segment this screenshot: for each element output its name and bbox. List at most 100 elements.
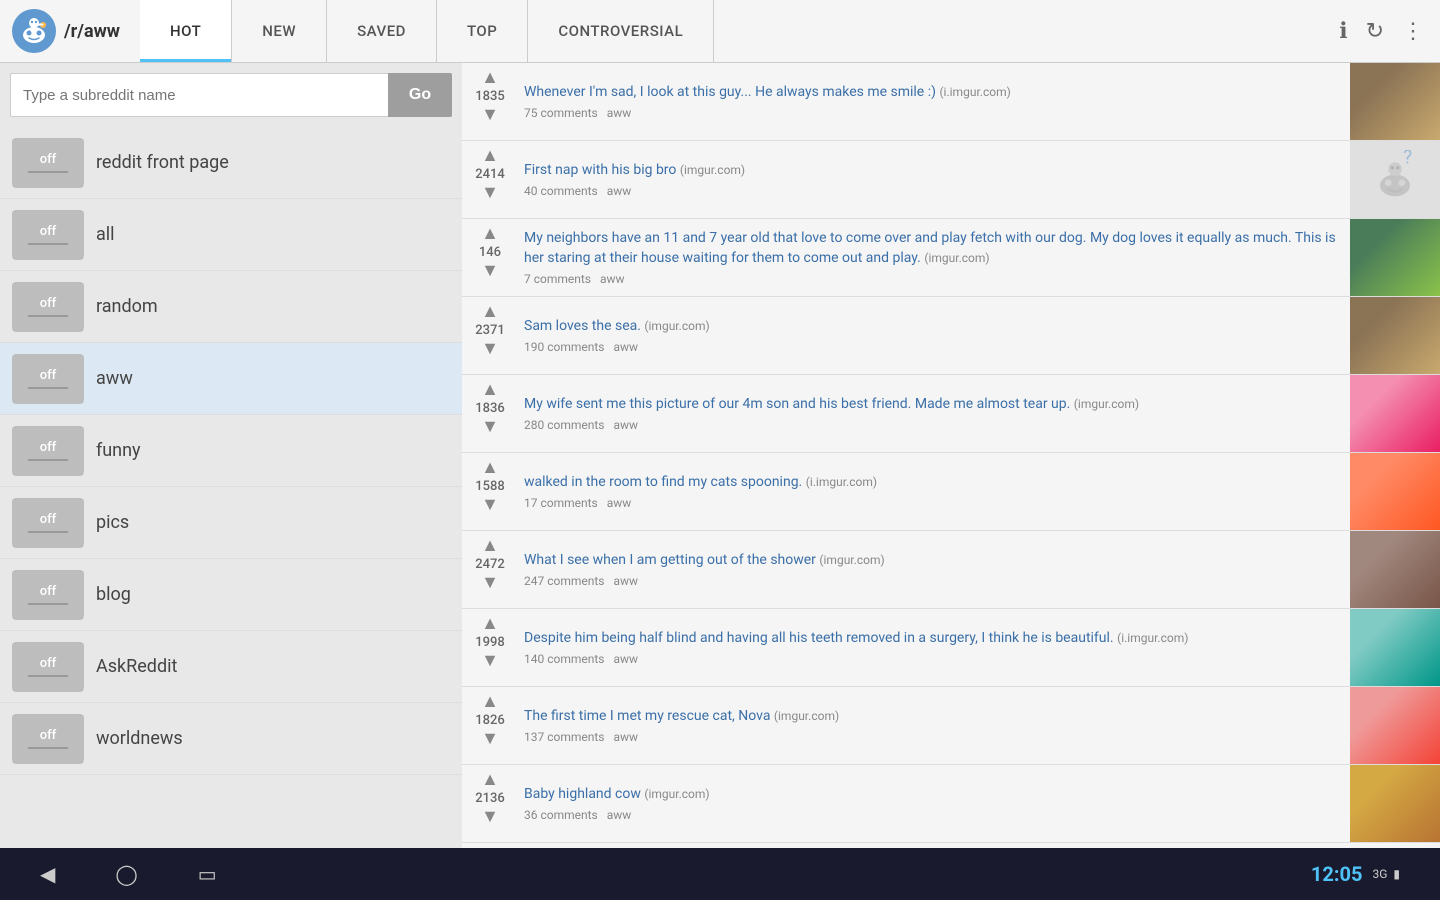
toggle-aww[interactable]: off [12, 354, 84, 404]
home-button[interactable]: ◯ [115, 862, 137, 886]
post-thumbnail[interactable] [1350, 297, 1440, 374]
upvote-button[interactable]: ▲ [481, 771, 499, 789]
comments-count[interactable]: 247 comments [524, 574, 605, 588]
post-domain: (i.imgur.com) [806, 475, 877, 489]
post-thumbnail[interactable] [1350, 765, 1440, 842]
sidebar-item-all[interactable]: off all [0, 199, 462, 271]
info-icon[interactable]: ℹ [1339, 19, 1347, 44]
toggle-all[interactable]: off [12, 210, 84, 260]
post-title[interactable]: First nap with his big bro (imgur.com) [524, 161, 1344, 181]
upvote-button[interactable]: ▲ [481, 459, 499, 477]
comments-count[interactable]: 75 comments [524, 106, 598, 120]
toggle-line [28, 675, 68, 677]
tab-top[interactable]: TOP [437, 0, 528, 62]
comments-count[interactable]: 280 comments [524, 418, 605, 432]
downvote-button[interactable]: ▼ [481, 262, 499, 280]
downvote-button[interactable]: ▼ [481, 106, 499, 124]
downvote-button[interactable]: ▼ [481, 574, 499, 592]
post-thumbnail[interactable] [1350, 63, 1440, 140]
downvote-button[interactable]: ▼ [481, 652, 499, 670]
vote-section: ▲ 2136 ▼ [462, 765, 518, 842]
comments-count[interactable]: 190 comments [524, 340, 605, 354]
post-title[interactable]: What I see when I am getting out of the … [524, 551, 1344, 571]
toggle-funny-label: off [40, 440, 57, 455]
upvote-button[interactable]: ▲ [481, 537, 499, 555]
downvote-button[interactable]: ▼ [481, 340, 499, 358]
toggle-pics[interactable]: off [12, 498, 84, 548]
post-title[interactable]: My neighbors have an 11 and 7 year old t… [524, 229, 1344, 268]
upvote-button[interactable]: ▲ [481, 381, 499, 399]
upvote-button[interactable]: ▲ [481, 693, 499, 711]
search-input[interactable] [10, 73, 388, 117]
sidebar-item-pics[interactable]: off pics [0, 487, 462, 559]
comments-count[interactable]: 36 comments [524, 808, 598, 822]
post-thumbnail[interactable] [1350, 453, 1440, 530]
post-thumbnail[interactable] [1350, 531, 1440, 608]
toggle-random[interactable]: off [12, 282, 84, 332]
subreddit-title: /r/aww [64, 21, 120, 42]
downvote-button[interactable]: ▼ [481, 418, 499, 436]
upvote-button[interactable]: ▲ [481, 69, 499, 87]
tab-hot[interactable]: HOT [140, 0, 232, 62]
post-title[interactable]: The first time I met my rescue cat, Nova… [524, 707, 1344, 727]
upvote-button[interactable]: ▲ [481, 147, 499, 165]
comments-count[interactable]: 7 comments [524, 272, 591, 286]
toggle-frontpage-label: off [40, 152, 57, 167]
time-display: 12:05 [1311, 862, 1363, 886]
post-meta: 75 comments aww [524, 106, 1344, 120]
sidebar-item-blog[interactable]: off blog [0, 559, 462, 631]
post-title[interactable]: Sam loves the sea. (imgur.com) [524, 317, 1344, 337]
sidebar-item-funny[interactable]: off funny [0, 415, 462, 487]
toggle-frontpage[interactable]: off [12, 138, 84, 188]
search-area: Go [10, 73, 452, 117]
sidebar-item-aww[interactable]: off aww [0, 343, 462, 415]
downvote-button[interactable]: ▼ [481, 808, 499, 826]
post-thumbnail[interactable]: ? [1350, 141, 1440, 218]
go-button[interactable]: Go [388, 73, 452, 117]
post-item: ▲ 1588 ▼ walked in the room to find my c… [462, 453, 1440, 531]
post-title[interactable]: Whenever I'm sad, I look at this guy... … [524, 83, 1344, 103]
comments-count[interactable]: 17 comments [524, 496, 598, 510]
post-title[interactable]: Despite him being half blind and having … [524, 629, 1344, 649]
more-options-icon[interactable]: ⋮ [1402, 19, 1424, 44]
upvote-button[interactable]: ▲ [481, 225, 499, 243]
post-item: ▲ 1826 ▼ The first time I met my rescue … [462, 687, 1440, 765]
post-thumbnail[interactable] [1350, 219, 1440, 296]
sidebar-item-askreddit[interactable]: off AskReddit [0, 631, 462, 703]
comments-count[interactable]: 140 comments [524, 652, 605, 666]
sidebar-item-frontpage[interactable]: off reddit front page [0, 127, 462, 199]
downvote-button[interactable]: ▼ [481, 184, 499, 202]
toggle-worldnews[interactable]: off [12, 714, 84, 764]
tab-saved[interactable]: SAVED [327, 0, 437, 62]
tab-controversial[interactable]: CONTROVERSIAL [528, 0, 714, 62]
post-thumbnail[interactable] [1350, 375, 1440, 452]
vote-section: ▲ 2472 ▼ [462, 531, 518, 608]
post-meta: 17 comments aww [524, 496, 1344, 510]
post-title[interactable]: walked in the room to find my cats spoon… [524, 473, 1344, 493]
toggle-funny[interactable]: off [12, 426, 84, 476]
post-meta: 140 comments aww [524, 652, 1344, 666]
post-title[interactable]: Baby highland cow (imgur.com) [524, 785, 1344, 805]
post-thumbnail[interactable] [1350, 687, 1440, 764]
sidebar-item-random[interactable]: off random [0, 271, 462, 343]
tab-new[interactable]: NEW [232, 0, 327, 62]
recents-button[interactable]: ▭ [198, 862, 217, 886]
post-thumbnail[interactable] [1350, 609, 1440, 686]
toggle-blog[interactable]: off [12, 570, 84, 620]
comments-count[interactable]: 40 comments [524, 184, 598, 198]
vote-count: 2371 [475, 323, 505, 338]
comments-count[interactable]: 137 comments [524, 730, 605, 744]
vote-section: ▲ 1835 ▼ [462, 63, 518, 140]
downvote-button[interactable]: ▼ [481, 730, 499, 748]
post-title[interactable]: My wife sent me this picture of our 4m s… [524, 395, 1344, 415]
upvote-button[interactable]: ▲ [481, 615, 499, 633]
sidebar-label-aww: aww [96, 368, 133, 389]
upvote-button[interactable]: ▲ [481, 303, 499, 321]
downvote-button[interactable]: ▼ [481, 496, 499, 514]
sidebar-item-worldnews[interactable]: off worldnews [0, 703, 462, 775]
refresh-icon[interactable]: ↻ [1366, 19, 1384, 44]
toggle-askreddit[interactable]: off [12, 642, 84, 692]
post-content: My neighbors have an 11 and 7 year old t… [518, 219, 1350, 296]
sidebar-label-random: random [96, 296, 158, 317]
back-button[interactable]: ◀ [40, 862, 55, 886]
